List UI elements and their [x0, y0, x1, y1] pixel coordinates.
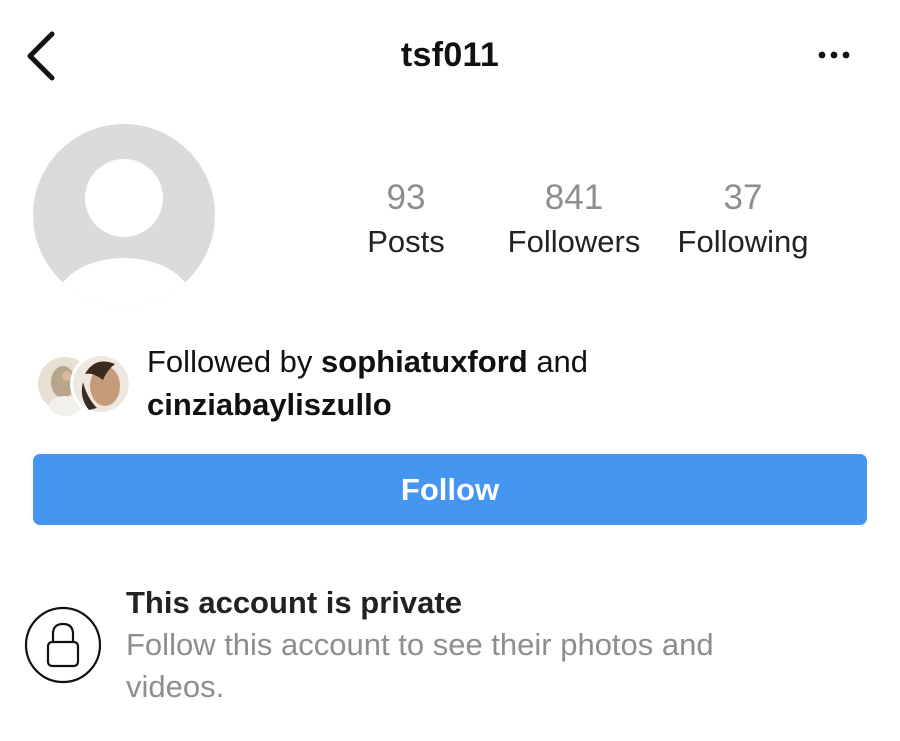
followers-label: Followers [507, 224, 641, 259]
followed-by-conjunction: and [527, 344, 589, 379]
followed-by-prefix: Followed by [147, 344, 322, 379]
following-count: 37 [723, 178, 763, 217]
posts-label: Posts [367, 224, 445, 259]
profile-header: tsf011 [0, 0, 900, 110]
mutual-avatar-2 [70, 353, 132, 415]
profile-stats: 93 Posts 841 Followers 37 Following [356, 176, 826, 266]
followed-by-text: Followed by sophiatuxford and cinziabayl… [147, 340, 767, 426]
followers-stat[interactable]: 841 Followers [498, 176, 650, 264]
follow-button[interactable]: Follow [33, 454, 867, 525]
private-account-title: This account is private [126, 585, 462, 620]
profile-avatar[interactable] [33, 124, 215, 306]
lock-icon [24, 606, 102, 684]
profile-username-title: tsf011 [400, 36, 500, 74]
following-stat[interactable]: 37 Following [668, 176, 818, 264]
more-options-button[interactable] [812, 40, 856, 70]
mutual-user-link-1[interactable]: sophiatuxford [321, 344, 528, 379]
following-label: Following [677, 224, 809, 259]
ellipsis-horizontal-icon [818, 51, 850, 59]
private-account-description: Follow this account to see their photos … [126, 627, 714, 704]
default-avatar-icon [33, 124, 215, 306]
followers-count: 841 [544, 178, 604, 217]
posts-count: 93 [386, 178, 426, 217]
mutual-user-link-2[interactable]: cinziabayliszullo [147, 387, 392, 422]
mutual-followers-avatars[interactable] [33, 352, 133, 416]
posts-stat[interactable]: 93 Posts [356, 176, 456, 264]
